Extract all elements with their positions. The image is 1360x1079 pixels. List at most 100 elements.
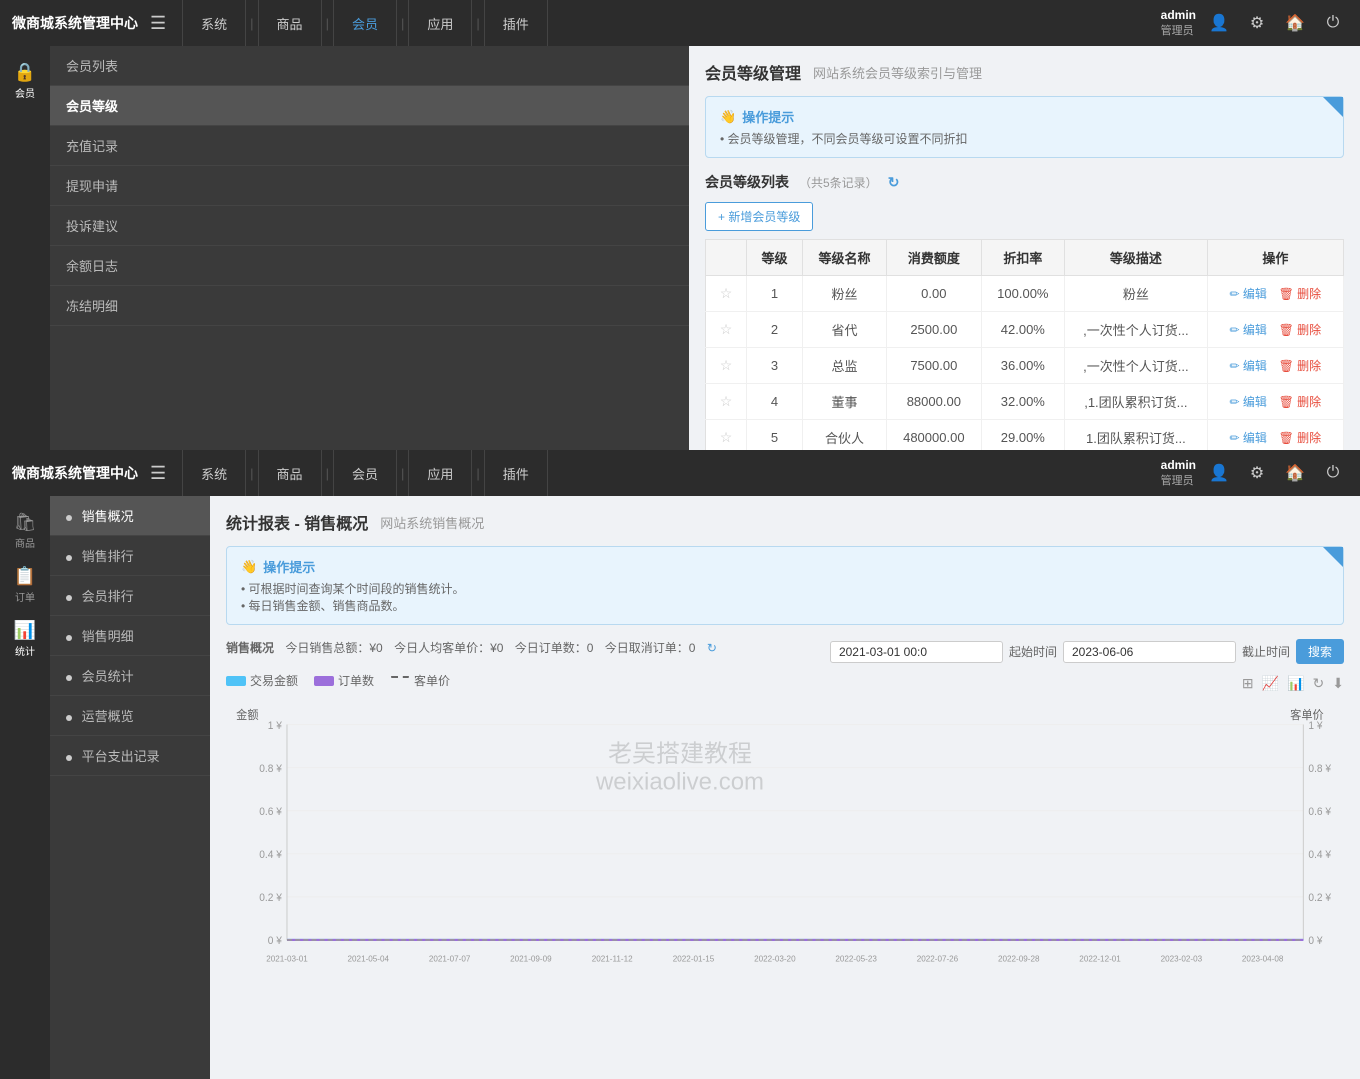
table-row: ☆ 2 省代 2500.00 42.00% ,一次性个人订货... ✏ 编辑 🗑… — [706, 312, 1344, 348]
add-level-button[interactable]: + 新增会员等级 — [705, 202, 813, 231]
sidebar-icon-member-label: 会员 — [15, 85, 35, 100]
chart-table-icon[interactable]: ⊞ — [1242, 675, 1254, 692]
chart-bar-icon[interactable]: 📊 — [1287, 675, 1304, 692]
cell-star[interactable]: ☆ — [706, 384, 747, 420]
today-orders: 今日订单数：0 — [515, 641, 594, 655]
svg-text:2021-05-04: 2021-05-04 — [348, 953, 390, 963]
cell-star[interactable]: ☆ — [706, 348, 747, 384]
cell-level: 2 — [747, 312, 803, 348]
bottom-nav-app[interactable]: 应用 — [408, 450, 472, 496]
sidebar-item-freeze[interactable]: 冻结明细 — [50, 286, 689, 326]
bottom-power-icon[interactable]: ⏻ — [1318, 458, 1348, 488]
nav-product[interactable]: 商品 — [258, 0, 322, 46]
delete-link-1[interactable]: 🗑 删除 — [1279, 287, 1322, 301]
chart-download-icon[interactable]: ⬇ — [1332, 675, 1344, 692]
stats-icon: 📊 — [14, 620, 36, 641]
nav-plugin[interactable]: 插件 — [484, 0, 548, 46]
top-page-header: 会员等级管理 网站系统会员等级索引与管理 — [705, 60, 1344, 84]
svg-text:2022-03-20: 2022-03-20 — [754, 953, 796, 963]
bottom-menu-item-3[interactable]: 销售明细 — [50, 616, 210, 656]
bottom-user-avatar-icon[interactable]: 👤 — [1204, 458, 1234, 488]
bottom-menu-item-6[interactable]: 平台支出记录 — [50, 736, 210, 776]
bottom-nav-product[interactable]: 商品 — [258, 450, 322, 496]
date-range: 起始时间 截止时间 搜索 — [830, 639, 1344, 664]
svg-text:2022-09-28: 2022-09-28 — [998, 953, 1040, 963]
sidebar-icon-member[interactable]: 🔒 会员 — [3, 54, 47, 108]
top-content: 会员等级管理 网站系统会员等级索引与管理 👋 操作提示 会员等级管理，不同会员等… — [689, 46, 1360, 450]
chart-line-icon[interactable]: 📈 — [1262, 675, 1279, 692]
table-row: ☆ 5 合伙人 480000.00 29.00% 1.团队累积订货... ✏ 编… — [706, 420, 1344, 451]
chart-refresh-icon[interactable]: ↻ — [1313, 675, 1325, 692]
sidebar-item-member-list[interactable]: 会员列表 — [50, 46, 689, 86]
edit-link-2[interactable]: ✏ 编辑 — [1230, 323, 1267, 337]
avg-price: 今日人均客单价：¥0 — [394, 641, 503, 655]
top-page-subtitle: 网站系统会员等级索引与管理 — [813, 63, 982, 82]
sidebar-item-recharge[interactable]: 充值记录 — [50, 126, 689, 166]
edit-link-5[interactable]: ✏ 编辑 — [1230, 431, 1267, 445]
nav-app[interactable]: 应用 — [408, 0, 472, 46]
bottom-nav-plugin[interactable]: 插件 — [484, 450, 548, 496]
bottom-settings-icon[interactable]: ⚙ — [1242, 458, 1272, 488]
bottom-sidebar-icon-order[interactable]: 📋 订单 — [3, 558, 47, 612]
nav-system[interactable]: 系统 — [182, 0, 246, 46]
edit-link-4[interactable]: ✏ 编辑 — [1230, 395, 1267, 409]
cell-desc: 粉丝 — [1065, 276, 1208, 312]
svg-text:2021-09-09: 2021-09-09 — [510, 953, 552, 963]
delete-link-3[interactable]: 🗑 删除 — [1279, 359, 1322, 373]
svg-text:0.4 ¥: 0.4 ¥ — [259, 850, 282, 861]
bottom-menu-item-2[interactable]: 会员排行 — [50, 576, 210, 616]
lock-icon: 🔒 — [14, 62, 36, 83]
settings-icon[interactable]: ⚙ — [1242, 8, 1272, 38]
power-icon[interactable]: ⏻ — [1318, 8, 1348, 38]
search-button[interactable]: 搜索 — [1296, 639, 1344, 664]
edit-link-3[interactable]: ✏ 编辑 — [1230, 359, 1267, 373]
end-label: 截止时间 — [1242, 643, 1290, 660]
bottom-tip-corner — [1323, 547, 1343, 567]
sales-refresh-icon[interactable]: ↻ — [707, 641, 717, 655]
refresh-icon[interactable]: ↻ — [888, 174, 900, 191]
sidebar-item-member-level[interactable]: 会员等级 — [50, 86, 689, 126]
cell-amount: 88000.00 — [887, 384, 982, 420]
bottom-home-icon[interactable]: 🏠 — [1280, 458, 1310, 488]
delete-link-2[interactable]: 🗑 删除 — [1279, 323, 1322, 337]
bottom-nav-member[interactable]: 会员 — [333, 450, 397, 496]
legend-amount: 交易金额 — [226, 672, 298, 689]
menu-toggle-icon[interactable]: ☰ — [150, 13, 166, 34]
bottom-app-title: 微商城系统管理中心 — [12, 463, 138, 483]
th-name: 等级名称 — [802, 240, 886, 276]
nav-member[interactable]: 会员 — [333, 0, 397, 46]
cell-star[interactable]: ☆ — [706, 276, 747, 312]
cell-level: 1 — [747, 276, 803, 312]
delete-link-5[interactable]: 🗑 删除 — [1279, 431, 1322, 445]
sales-section-label: 销售概况 — [226, 641, 274, 655]
sidebar-item-withdraw[interactable]: 提现申请 — [50, 166, 689, 206]
bottom-menu-toggle-icon[interactable]: ☰ — [150, 463, 166, 484]
cell-level: 4 — [747, 384, 803, 420]
sidebar-item-complaint[interactable]: 投诉建议 — [50, 206, 689, 246]
cell-discount: 29.00% — [981, 420, 1064, 451]
svg-text:2022-05-23: 2022-05-23 — [835, 953, 877, 963]
cell-star[interactable]: ☆ — [706, 420, 747, 451]
th-discount: 折扣率 — [981, 240, 1064, 276]
bottom-menu-item-4[interactable]: 会员统计 — [50, 656, 210, 696]
home-icon[interactable]: 🏠 — [1280, 8, 1310, 38]
bottom-menu-item-1[interactable]: 销售排行 — [50, 536, 210, 576]
date-start-input[interactable] — [830, 641, 1003, 663]
cell-star[interactable]: ☆ — [706, 312, 747, 348]
bottom-sidebar-icon-stats[interactable]: 📊 统计 — [3, 612, 47, 666]
delete-link-4[interactable]: 🗑 删除 — [1279, 395, 1322, 409]
chart-legend: 交易金额 订单数 客单价 — [226, 672, 450, 689]
sidebar-item-balance-log[interactable]: 余额日志 — [50, 246, 689, 286]
order-icon: 📋 — [14, 566, 36, 587]
bottom-menu-item-5[interactable]: 运营概览 — [50, 696, 210, 736]
svg-text:金额: 金额 — [236, 708, 259, 722]
bottom-nav-system[interactable]: 系统 — [182, 450, 246, 496]
bottom-sidebar-icon-product[interactable]: 🛍 商品 — [3, 504, 47, 558]
bottom-menu-item-0[interactable]: 销售概况 — [50, 496, 210, 536]
edit-link-1[interactable]: ✏ 编辑 — [1230, 287, 1267, 301]
user-avatar-icon[interactable]: 👤 — [1204, 8, 1234, 38]
legend-orders-color — [314, 676, 334, 686]
svg-text:2021-07-07: 2021-07-07 — [429, 953, 471, 963]
date-end-input[interactable] — [1063, 641, 1236, 663]
start-label: 起始时间 — [1009, 643, 1057, 660]
